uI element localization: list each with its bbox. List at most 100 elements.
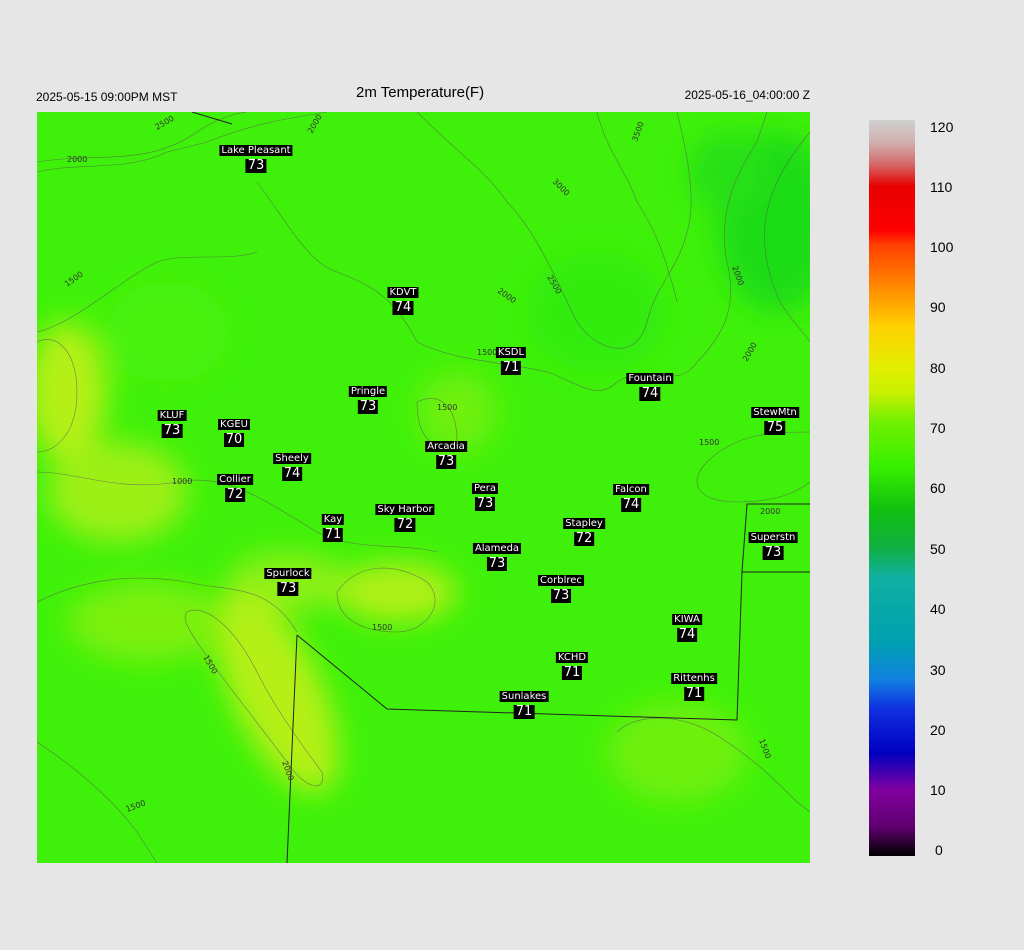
station-marker[interactable]: Kay 71 [321,509,345,542]
station-marker[interactable]: KDVT 74 [387,282,419,315]
station-temperature: 73 [245,158,267,173]
station-marker[interactable]: Collier 72 [217,469,253,502]
station-marker[interactable]: Pringle 73 [348,381,388,414]
station-temperature: 75 [764,420,786,435]
station-marker[interactable]: KSDL 71 [495,342,527,375]
colorbar-tick: 80 [930,360,946,376]
colorbar-tick: 110 [930,179,953,195]
station-name: KCHD [555,652,589,663]
station-marker[interactable]: Arcadia 73 [425,436,467,469]
colorbar-tick: 70 [930,420,946,436]
station-temperature: 73 [550,588,572,603]
station-name: Arcadia [425,441,467,452]
station-marker[interactable]: Spurlock 73 [264,563,312,596]
contour-label: 2000 [67,155,87,164]
station-temperature: 74 [281,466,303,481]
station-temperature: 73 [486,556,508,571]
station-temperature: 72 [224,487,246,502]
contour-label: 1500 [201,654,219,676]
station-marker[interactable]: Fountain 74 [626,368,674,401]
station-name: KSDL [495,347,527,358]
station-name: Sunlakes [499,691,549,702]
contour-label: 2000 [496,286,518,305]
station-marker[interactable]: Superstn 73 [748,527,798,560]
station-name: Superstn [748,532,798,543]
temperature-colorbar [869,120,915,856]
temperature-map[interactable]: 2500 2000 2000 3500 3000 2000 2500 2000 … [37,112,810,863]
station-temperature: 74 [392,300,414,315]
contour-label: 3500 [630,120,645,142]
local-time-label: 2025-05-15 09:00PM MST [36,90,178,104]
contour-label: 2000 [741,341,759,363]
station-temperature: 71 [683,686,705,701]
station-temperature: 71 [513,704,535,719]
station-temperature: 72 [394,517,416,532]
station-name: KGEU [218,419,250,430]
station-name: Pringle [348,386,388,397]
contour-label: 3000 [551,177,572,198]
station-marker[interactable]: Alameda 73 [472,538,522,571]
station-name: Corblrec [538,575,584,586]
station-marker[interactable]: Corblrec 73 [538,570,584,603]
colorbar-tick: 90 [930,299,946,315]
map-title: 2m Temperature(F) [356,84,485,101]
colorbar-tick: 60 [930,480,946,496]
temperature-shading [37,132,810,802]
station-marker[interactable]: Sunlakes 71 [499,686,549,719]
station-temperature: 73 [474,496,496,511]
station-temperature: 71 [322,527,344,542]
station-temperature: 73 [357,399,379,414]
station-marker[interactable]: KCHD 71 [555,647,589,680]
station-name: KDVT [387,287,419,298]
contour-label: 1500 [757,738,772,760]
station-temperature: 73 [161,423,183,438]
station-name: Alameda [472,543,522,554]
colorbar-tick: 50 [930,541,946,557]
colorbar-tick: 100 [930,239,954,255]
station-marker[interactable]: StewMtn 75 [751,402,799,435]
station-name: KIWA [672,614,702,625]
station-marker[interactable]: KLUF 73 [157,405,187,438]
station-temperature: 73 [277,581,299,596]
station-name: Falcon [613,484,649,495]
station-marker[interactable]: Pera 73 [471,478,499,511]
contour-label: 2500 [154,114,176,132]
station-name: Fountain [626,373,674,384]
station-marker[interactable]: Rittenhs 71 [671,668,717,701]
station-marker[interactable]: Stapley 72 [563,513,605,546]
station-name: StewMtn [751,407,799,418]
station-temperature: 74 [676,627,698,642]
station-temperature: 73 [762,545,784,560]
colorbar-tick: 30 [930,662,946,678]
contour-label: 1500 [372,623,392,632]
station-marker[interactable]: Sky Harbor 72 [375,499,435,532]
station-name: Pera [471,483,499,494]
station-name: Lake Pleasant [219,145,293,156]
station-marker[interactable]: Sheely 74 [273,448,311,481]
contour-label: 1500 [699,438,719,447]
station-name: Collier [217,474,253,485]
map-field-svg: 2500 2000 2000 3500 3000 2000 2500 2000 … [37,112,810,863]
station-temperature: 70 [223,432,245,447]
station-marker[interactable]: Falcon 74 [613,479,649,512]
station-name: Stapley [563,518,605,529]
contour-label: 2000 [306,113,324,135]
station-temperature: 73 [435,454,457,469]
station-marker[interactable]: KGEU 70 [218,414,250,447]
contour-label: 1500 [477,348,497,357]
station-name: Sheely [273,453,311,464]
contour-label: 1500 [63,270,85,289]
station-temperature: 74 [639,386,661,401]
station-temperature: 71 [500,360,522,375]
station-marker[interactable]: Lake Pleasant 73 [219,140,293,173]
colorbar-tick: 0 [935,842,943,858]
colorbar-tick: 120 [930,119,954,135]
colorbar-tick: 40 [930,601,946,617]
station-temperature: 72 [573,531,595,546]
colorbar-tick: 20 [930,722,946,738]
station-name: Kay [321,514,345,525]
station-marker[interactable]: KIWA 74 [672,609,702,642]
colorbar-tick: 10 [930,782,946,798]
station-name: Sky Harbor [375,504,435,515]
station-name: Spurlock [264,568,312,579]
